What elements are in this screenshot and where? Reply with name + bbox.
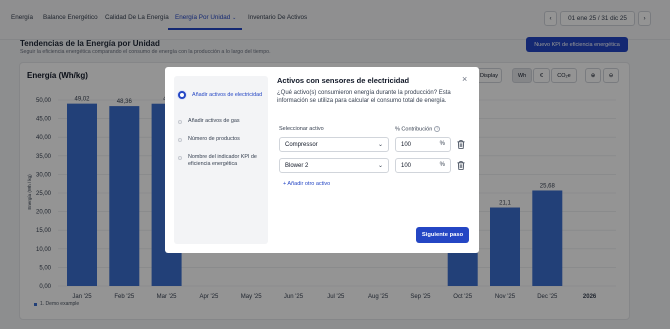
step-gas[interactable]: Añadir activos de gas: [178, 118, 260, 125]
info-icon[interactable]: ?: [434, 126, 441, 132]
step-kpi-name[interactable]: Nombre del indicador KPI de eficiencia e…: [178, 154, 260, 168]
step-products[interactable]: Número de productos: [178, 136, 260, 143]
percent-unit: %: [439, 141, 445, 147]
contribution-header-text: % Contribución: [395, 126, 433, 133]
trash-icon[interactable]: [457, 140, 465, 149]
modal-description: ¿Qué activo(s) consumieron energía duran…: [277, 90, 451, 104]
contribution-value: 100: [401, 141, 412, 148]
next-step-button[interactable]: Siguiente paso: [416, 227, 469, 243]
add-asset-link[interactable]: + Añadir otro activo: [283, 181, 330, 187]
step-label: Añadir activos de electricidad: [192, 92, 263, 98]
chevron-down-icon: ⌄: [377, 163, 383, 169]
chevron-down-icon: ⌄: [377, 142, 383, 148]
step-pending-icon: [178, 137, 182, 142]
contribution-column-header: % Contribución?: [395, 126, 441, 133]
kpi-wizard-modal: Añadir activos de electricidad Añadir ac…: [165, 67, 479, 253]
asset-select-1[interactable]: Compressor ⌄: [279, 137, 389, 152]
contribution-input-1[interactable]: 100 %: [395, 137, 451, 152]
close-icon[interactable]: ×: [462, 74, 467, 84]
step-active-icon: [178, 91, 186, 99]
wizard-steps: Añadir activos de electricidad Añadir ac…: [174, 76, 268, 244]
step-pending-icon: [178, 119, 182, 124]
asset-select-value: Blower 2: [285, 162, 309, 169]
step-electricity[interactable]: Añadir activos de electricidad: [178, 91, 264, 99]
step-label: Número de productos: [188, 136, 240, 142]
trash-icon[interactable]: [457, 161, 465, 170]
percent-unit: %: [439, 162, 445, 168]
modal-title: Activos con sensores de electricidad: [277, 76, 410, 85]
step-pending-icon: [178, 155, 182, 160]
step-label: Añadir activos de gas: [188, 118, 240, 124]
contribution-input-2[interactable]: 100 %: [395, 158, 451, 173]
step-label: Nombre del indicador KPI de eficiencia e…: [188, 154, 257, 167]
asset-select-2[interactable]: Blower 2 ⌄: [279, 158, 389, 173]
asset-select-value: Compressor: [285, 141, 318, 148]
contribution-value: 100: [401, 162, 412, 169]
asset-column-header: Seleccionar activo: [279, 126, 324, 132]
